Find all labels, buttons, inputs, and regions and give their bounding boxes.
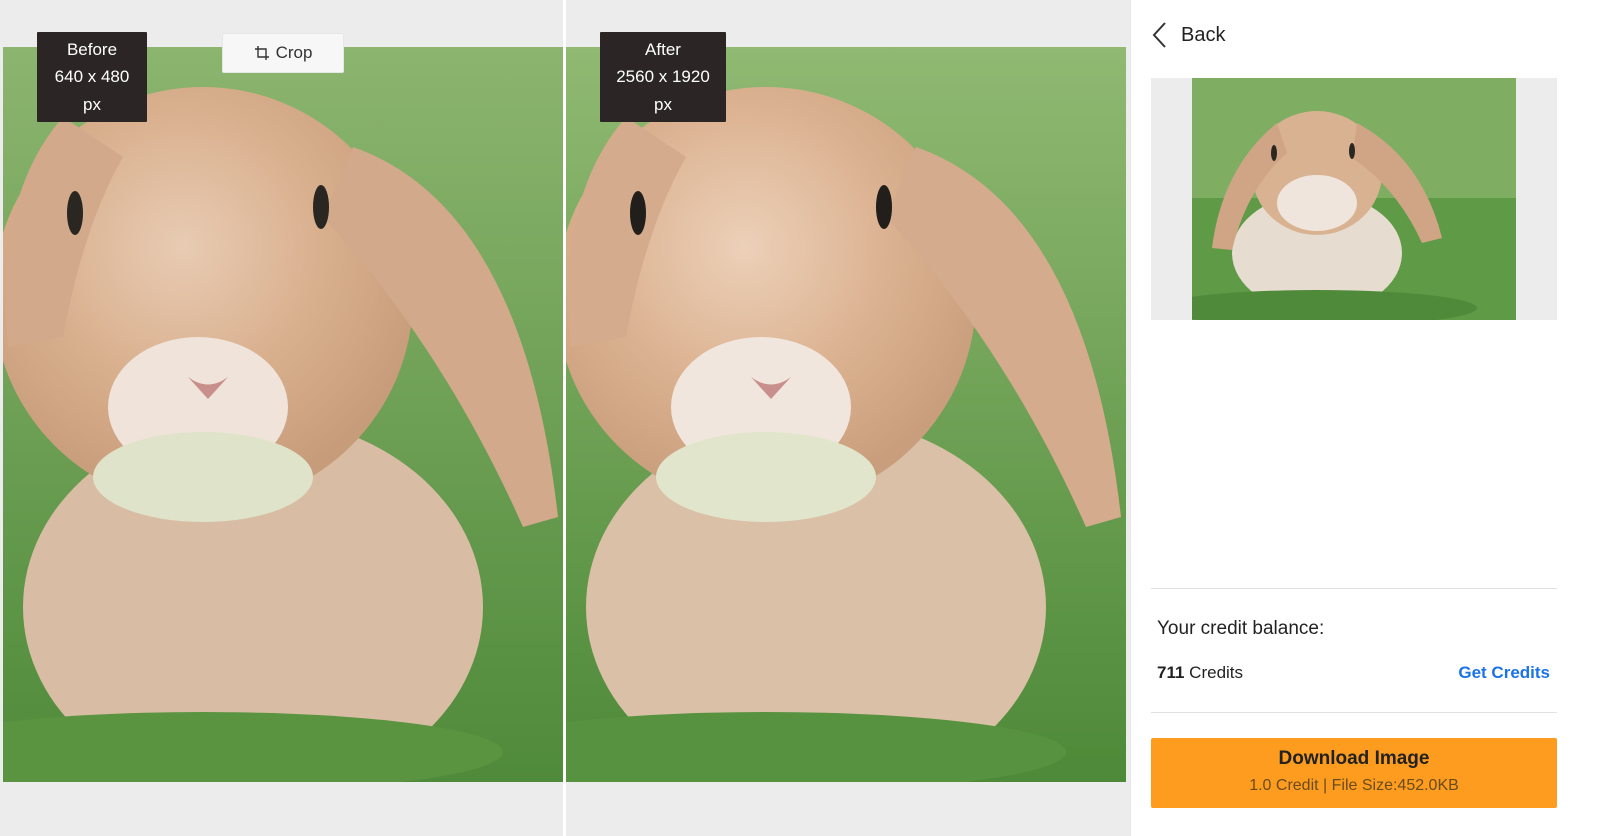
sidebar: Back Your credit balance: 711 Credits Ge… xyxy=(1130,0,1600,836)
credit-balance-title: Your credit balance: xyxy=(1157,618,1325,639)
after-size: 2560 x 1920 px xyxy=(616,67,710,114)
get-credits-link[interactable]: Get Credits xyxy=(1458,663,1550,683)
crop-label: Crop xyxy=(275,43,313,62)
thumbnail-image xyxy=(1192,78,1516,320)
back-label: Back xyxy=(1181,23,1226,46)
download-label: Download Image xyxy=(1278,748,1430,769)
compare-view: Before 640 x 480 px Crop After 2560 x 19… xyxy=(0,0,1130,836)
before-label-box: Before 640 x 480 px xyxy=(37,32,147,122)
after-label: After xyxy=(645,40,681,59)
after-label-box: After 2560 x 1920 px xyxy=(600,32,726,122)
credit-balance-value: 711 Credits xyxy=(1157,663,1243,683)
credit-unit: Credits xyxy=(1189,663,1244,682)
before-size: 640 x 480 px xyxy=(54,67,130,114)
back-button[interactable]: Back xyxy=(1149,20,1225,50)
divider-bottom xyxy=(1151,712,1557,713)
download-info: 1.0 Credit | File Size:452.0KB xyxy=(1249,777,1459,794)
download-image-button[interactable]: Download Image 1.0 Credit | File Size:45… xyxy=(1151,738,1557,808)
chevron-left-icon xyxy=(1152,22,1166,48)
before-label: Before xyxy=(66,40,118,59)
divider-top xyxy=(1151,588,1557,589)
crop-button[interactable]: Crop xyxy=(222,33,344,73)
after-image xyxy=(566,47,1126,782)
after-pane: After 2560 x 1920 px xyxy=(566,0,1126,836)
preview-thumbnail xyxy=(1151,78,1557,320)
credit-amount: 711 xyxy=(1157,663,1185,682)
crop-icon xyxy=(254,46,269,60)
before-pane: Before 640 x 480 px Crop xyxy=(3,0,563,836)
before-image xyxy=(3,47,563,782)
